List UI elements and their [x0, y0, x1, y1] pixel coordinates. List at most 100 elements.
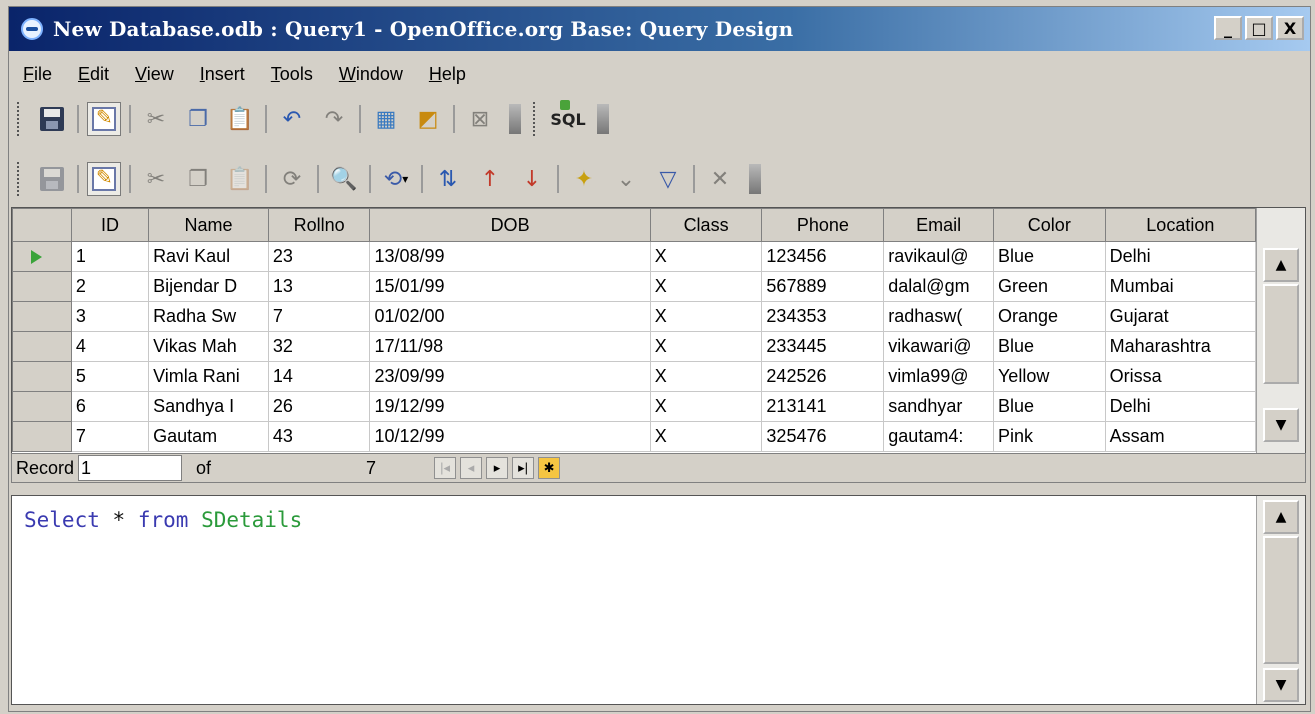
row-header[interactable] — [12, 331, 72, 362]
cell-rollno[interactable]: 7 — [267, 301, 371, 332]
toolbar-grip[interactable] — [17, 102, 25, 136]
cell-color[interactable]: Orange — [992, 301, 1106, 332]
sort-ascending-button[interactable]: ↑ — [473, 162, 507, 196]
grid-vertical-scrollbar[interactable]: ▲ ▼ — [1256, 208, 1305, 454]
cell-name[interactable]: Gautam — [148, 421, 269, 452]
menu-file[interactable]: File — [23, 64, 52, 85]
scroll-up-button[interactable]: ▲ — [1263, 500, 1299, 534]
cell-email[interactable]: sandhyar — [883, 391, 994, 422]
sort-descending-button[interactable]: ↓ — [515, 162, 549, 196]
redo-button[interactable]: ↷ — [317, 102, 351, 136]
cell-color[interactable]: Green — [992, 271, 1106, 302]
column-header-phone[interactable]: Phone — [761, 208, 885, 242]
cell-name[interactable]: Sandhya I — [148, 391, 269, 422]
cell-phone[interactable]: 213141 — [761, 391, 885, 422]
cell-phone[interactable]: 567889 — [761, 271, 885, 302]
cell-phone[interactable]: 123456 — [761, 241, 885, 272]
close-button[interactable]: X — [1276, 16, 1304, 40]
cell-class[interactable]: X — [649, 361, 763, 392]
row-header[interactable] — [12, 361, 72, 392]
cell-id[interactable]: 4 — [70, 331, 150, 362]
add-tables-button[interactable]: ▦ — [369, 102, 403, 136]
save-button[interactable] — [35, 102, 69, 136]
cell-dob[interactable]: 19/12/99 — [369, 391, 651, 422]
cell-email[interactable]: ravikaul@ — [883, 241, 994, 272]
toolbar-grip[interactable] — [533, 102, 541, 136]
row-header-corner[interactable] — [12, 208, 72, 242]
scroll-thumb[interactable] — [1263, 536, 1299, 664]
cell-id[interactable]: 7 — [70, 421, 150, 452]
menu-insert[interactable]: Insert — [200, 64, 245, 85]
menu-edit[interactable]: Edit — [78, 64, 109, 85]
cell-phone[interactable]: 233445 — [761, 331, 885, 362]
cell-location[interactable]: Gujarat — [1104, 301, 1257, 332]
refresh-button[interactable]: ⟳ — [275, 162, 309, 196]
refresh-menu-button[interactable]: ⟲ ▾ — [379, 162, 413, 196]
cell-name[interactable]: Vimla Rani — [148, 361, 269, 392]
row-header[interactable] — [12, 391, 72, 422]
row-header[interactable] — [12, 241, 72, 272]
remove-filter-button[interactable]: ✕ — [703, 162, 737, 196]
cell-rollno[interactable]: 13 — [267, 271, 371, 302]
cut-button[interactable]: ✂ — [139, 162, 173, 196]
cut-button[interactable]: ✂ — [139, 102, 173, 136]
paste-button[interactable]: 📋 — [223, 162, 257, 196]
cell-class[interactable]: X — [649, 421, 763, 452]
cell-rollno[interactable]: 43 — [267, 421, 371, 452]
find-record-button[interactable]: 🔍 — [327, 162, 361, 196]
cell-rollno[interactable]: 26 — [267, 391, 371, 422]
column-header-id[interactable]: ID — [70, 208, 150, 242]
menu-window[interactable]: Window — [339, 64, 403, 85]
undo-button[interactable]: ↶ — [275, 102, 309, 136]
edit-mode-button[interactable] — [87, 102, 121, 136]
cell-class[interactable]: X — [649, 391, 763, 422]
menu-tools[interactable]: Tools — [271, 64, 313, 85]
previous-record-button[interactable]: ◂ — [460, 457, 483, 479]
new-record-button[interactable]: ✱ — [538, 457, 561, 479]
cell-id[interactable]: 6 — [70, 391, 150, 422]
cell-id[interactable]: 2 — [70, 271, 150, 302]
cell-dob[interactable]: 01/02/00 — [369, 301, 651, 332]
table-row[interactable]: 5 Vimla Rani 14 23/09/99 X 242526 vimla9… — [12, 361, 1257, 392]
paste-button[interactable]: 📋 — [223, 102, 257, 136]
table-row[interactable]: 4 Vikas Mah 32 17/11/98 X 233445 vikawar… — [12, 331, 1257, 362]
column-header-location[interactable]: Location — [1104, 208, 1257, 242]
cell-id[interactable]: 5 — [70, 361, 150, 392]
save-record-button[interactable] — [35, 162, 69, 196]
table-row[interactable]: 6 Sandhya I 26 19/12/99 X 213141 sandhya… — [12, 391, 1257, 422]
cell-location[interactable]: Orissa — [1104, 361, 1257, 392]
cell-email[interactable]: vimla99@ — [883, 361, 994, 392]
cell-color[interactable]: Yellow — [992, 361, 1106, 392]
maximize-button[interactable]: □ — [1245, 16, 1273, 40]
cell-name[interactable]: Vikas Mah — [148, 331, 269, 362]
copy-button[interactable]: ❐ — [181, 162, 215, 196]
cell-rollno[interactable]: 14 — [267, 361, 371, 392]
sql-vertical-scrollbar[interactable]: ▲ ▼ — [1256, 496, 1305, 704]
standard-filter-button[interactable]: ⌄ — [609, 162, 643, 196]
cell-class[interactable]: X — [649, 241, 763, 272]
title-bar[interactable]: New Database.odb : Query1 - OpenOffice.o… — [9, 7, 1310, 51]
cell-rollno[interactable]: 32 — [267, 331, 371, 362]
cell-location[interactable]: Assam — [1104, 421, 1257, 452]
row-header[interactable] — [12, 301, 72, 332]
edit-data-button[interactable] — [87, 162, 121, 196]
copy-button[interactable]: ❐ — [181, 102, 215, 136]
first-record-button[interactable]: |◂ — [434, 457, 457, 479]
cell-location[interactable]: Delhi — [1104, 391, 1257, 422]
sql-editor[interactable]: Select * from SDetails ▲ ▼ — [11, 495, 1306, 705]
table-row[interactable]: 2 Bijendar D 13 15/01/99 X 567889 dalal@… — [12, 271, 1257, 302]
sort-button[interactable]: ⇅ — [431, 162, 465, 196]
toolbar-grip[interactable] — [17, 162, 25, 196]
functions-button[interactable]: ⊠ — [463, 102, 497, 136]
cell-location[interactable]: Mumbai — [1104, 271, 1257, 302]
scroll-down-button[interactable]: ▼ — [1263, 408, 1299, 442]
autofilter-button[interactable]: ✦ — [567, 162, 601, 196]
cell-location[interactable]: Delhi — [1104, 241, 1257, 272]
column-header-class[interactable]: Class — [649, 208, 763, 242]
column-header-dob[interactable]: DOB — [369, 208, 651, 242]
column-header-email[interactable]: Email — [883, 208, 994, 242]
cell-phone[interactable]: 325476 — [761, 421, 885, 452]
cell-id[interactable]: 3 — [70, 301, 150, 332]
minimize-button[interactable]: _ — [1214, 16, 1242, 40]
table-row[interactable]: 7 Gautam 43 10/12/99 X 325476 gautam4: P… — [12, 421, 1257, 452]
